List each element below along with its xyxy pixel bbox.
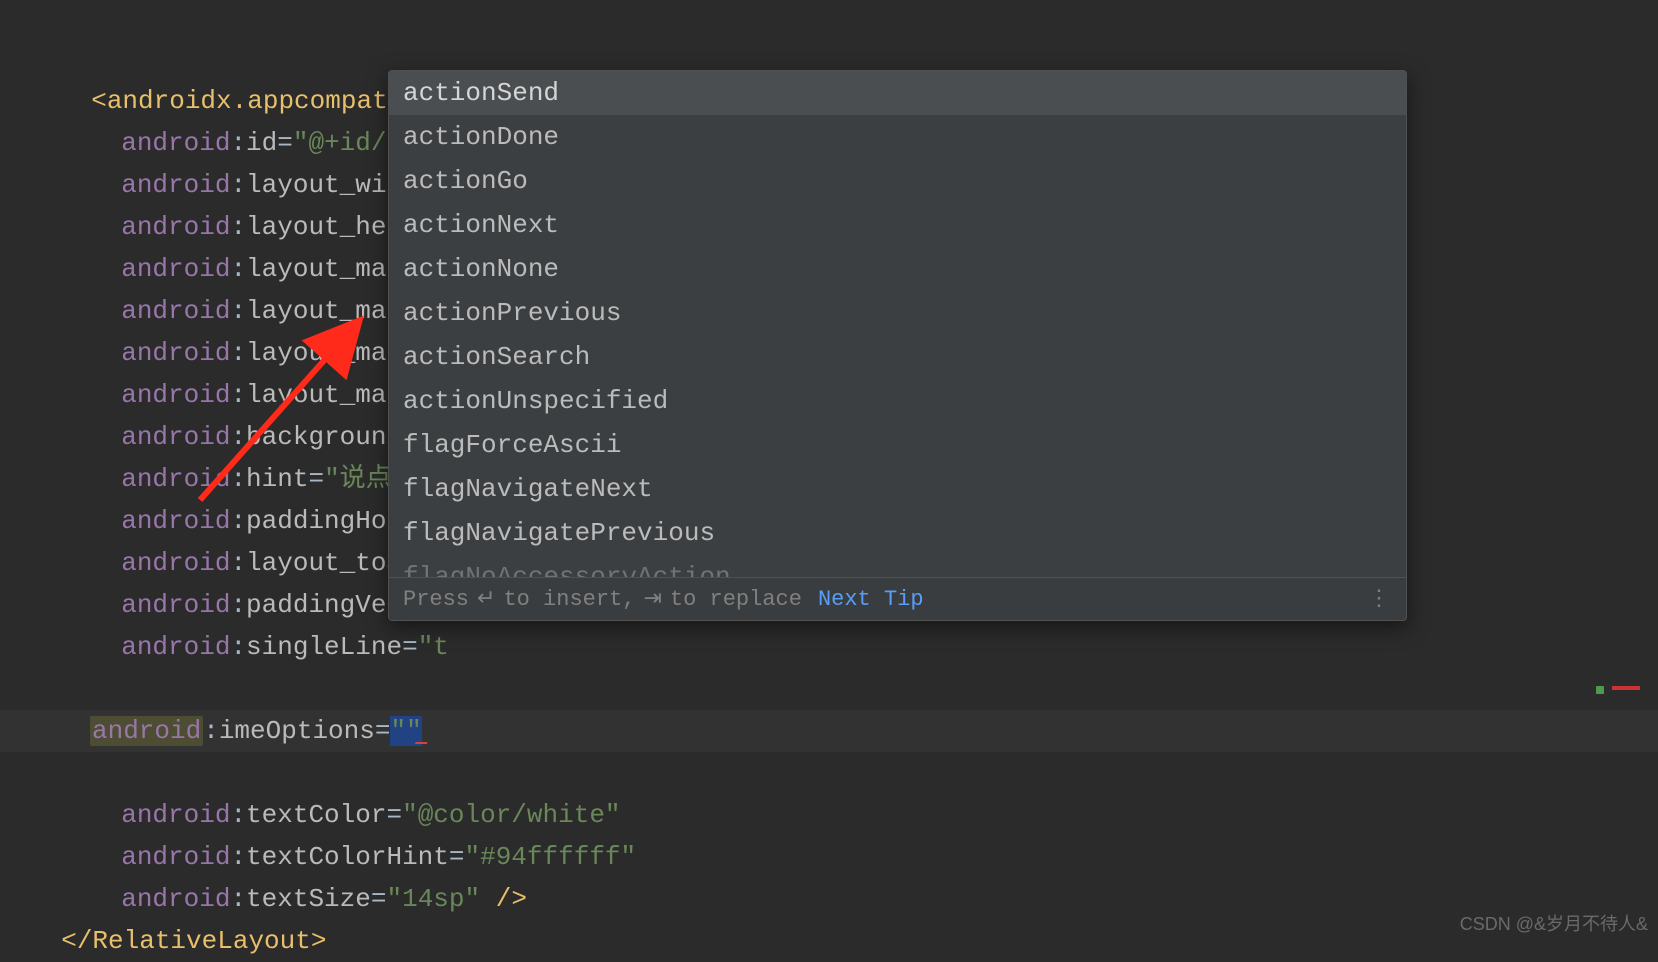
active-line[interactable]: android:imeOptions="" <box>0 710 1658 752</box>
autocomplete-item[interactable]: flagNoAccessoryAction <box>389 555 1406 577</box>
autocomplete-item[interactable]: actionNone <box>389 247 1406 291</box>
xml-close-tag: </RelativeLayout> <box>61 926 326 956</box>
autocomplete-footer: Press ↵ to insert, ⇥ to replace Next Tip… <box>389 577 1406 620</box>
tab-key-icon: ⇥ <box>643 586 661 612</box>
footer-text: to replace <box>670 587 802 612</box>
autocomplete-popup[interactable]: actionSend actionDone actionGo actionNex… <box>388 70 1407 621</box>
attr-imeoptions: imeOptions <box>219 716 375 746</box>
more-icon[interactable]: ⋮ <box>1368 586 1392 612</box>
autocomplete-item[interactable]: flagNavigateNext <box>389 467 1406 511</box>
attr-name: id <box>246 128 277 158</box>
autocomplete-item[interactable]: actionDone <box>389 115 1406 159</box>
attr-ns: android <box>121 128 230 158</box>
autocomplete-item[interactable]: actionGo <box>389 159 1406 203</box>
minimap-error-mark[interactable] <box>1596 686 1640 694</box>
error-underline <box>415 738 429 744</box>
autocomplete-item[interactable]: flagForceAscii <box>389 423 1406 467</box>
autocomplete-item[interactable]: actionSend <box>389 71 1406 115</box>
autocomplete-item[interactable]: flagNavigatePrevious <box>389 511 1406 555</box>
next-tip-link[interactable]: Next Tip <box>818 587 924 612</box>
attr-ns-highlight: android <box>90 716 203 746</box>
autocomplete-item[interactable]: actionSearch <box>389 335 1406 379</box>
autocomplete-item[interactable]: actionPrevious <box>389 291 1406 335</box>
autocomplete-list[interactable]: actionSend actionDone actionGo actionNex… <box>389 71 1406 577</box>
autocomplete-item[interactable]: actionUnspecified <box>389 379 1406 423</box>
watermark: CSDN @&岁月不待人& <box>1460 910 1648 936</box>
footer-text: to insert, <box>503 587 635 612</box>
enter-key-icon: ↵ <box>477 586 495 612</box>
autocomplete-item[interactable]: actionNext <box>389 203 1406 247</box>
footer-text: Press <box>403 587 469 612</box>
